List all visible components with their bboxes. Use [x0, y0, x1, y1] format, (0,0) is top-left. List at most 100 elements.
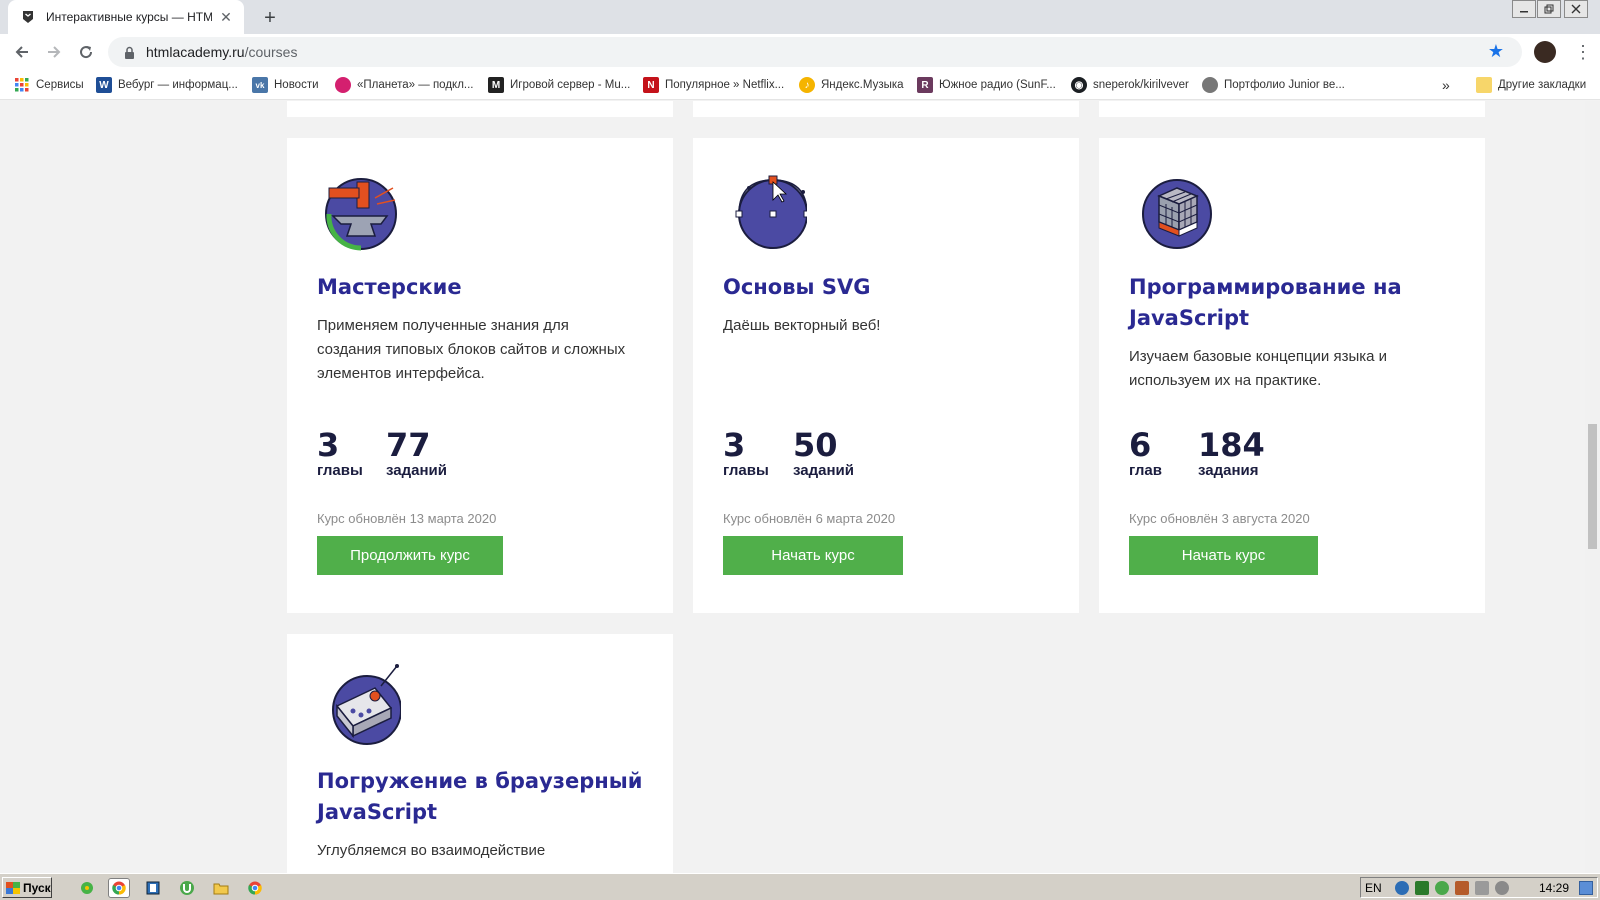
folder-taskbar-icon[interactable] [210, 878, 232, 898]
lock-icon[interactable] [122, 45, 136, 59]
tasks-label: заданий [793, 462, 854, 479]
course-description: Применяем полученные знания для создания… [317, 317, 626, 382]
w-logo-icon: W [96, 77, 112, 93]
chrome-taskbar-icon[interactable] [108, 878, 130, 898]
settings-flower-icon[interactable] [76, 878, 98, 898]
bookmark-item[interactable]: ◉ sneperok/kirilvever [1071, 76, 1189, 94]
profile-avatar[interactable] [1534, 41, 1556, 63]
github-icon: ◉ [1071, 77, 1087, 93]
chapters-stat: 3 главы [723, 428, 769, 480]
yandex-music-icon: ♪ [799, 77, 815, 93]
browser-toolbar: htmlacademy.ru/courses ★ [0, 34, 1600, 70]
chapters-count: 3 [317, 426, 340, 464]
bluetooth-icon[interactable] [1395, 881, 1409, 895]
forward-icon[interactable] [40, 38, 68, 66]
planeta-icon [335, 77, 351, 93]
utorrent-tray-icon[interactable] [1435, 881, 1449, 895]
course-title[interactable]: Программирование на JavaScript [1129, 272, 1459, 334]
start-course-button[interactable]: Начать курс [723, 536, 903, 575]
chapters-stat: 6 глав [1129, 428, 1162, 480]
bookmark-item[interactable]: Портфолио Junior ве... [1202, 76, 1345, 94]
htmlacademy-favicon-icon [20, 9, 36, 25]
tab-strip: Интерактивные курсы — HTML Academy ✕ + [0, 0, 1600, 34]
course-description: Углубляемся во взаимодействие [317, 842, 546, 859]
remote-control-icon [317, 664, 402, 748]
mu-icon: M [488, 77, 504, 93]
scrollbar-thumb[interactable] [1588, 424, 1597, 549]
tab-close-icon[interactable]: ✕ [218, 9, 234, 25]
course-title[interactable]: Погружение в браузерный JavaScript [317, 766, 647, 828]
clock[interactable]: 14:29 [1539, 881, 1569, 895]
security-tray-icon[interactable] [1455, 881, 1469, 895]
netflix-icon: N [643, 77, 659, 93]
chapters-label: главы [723, 462, 769, 479]
course-card: Программирование на JavaScript Изучаем б… [1099, 138, 1485, 613]
vector-circle-icon [723, 170, 811, 254]
course-updated-date: Курс обновлён 6 марта 2020 [723, 511, 896, 526]
course-card: Основы SVG Даёшь векторный веб! 3 главы … [693, 138, 1079, 613]
rubiks-cube-icon [1129, 170, 1213, 254]
tasks-stat: 184 задания [1198, 428, 1265, 480]
course-title[interactable]: Основы SVG [723, 272, 1053, 303]
apps-grid-icon [14, 77, 30, 93]
os-taskbar: Пуск EN 14:29 [0, 873, 1600, 900]
bookmark-item[interactable]: ♪ Яндекс.Музыка [799, 76, 904, 94]
address-bar[interactable]: htmlacademy.ru/courses ★ [108, 37, 1522, 67]
course-card: Погружение в браузерный JavaScript Углуб… [287, 634, 673, 873]
new-tab-button[interactable]: + [258, 6, 282, 30]
radio-icon: R [917, 77, 933, 93]
bookmark-item[interactable]: R Южное радио (SunF... [917, 76, 1056, 94]
back-icon[interactable] [8, 38, 36, 66]
course-description: Изучаем базовые концепции языка и исполь… [1129, 348, 1388, 389]
system-tray: EN 14:29 [1360, 877, 1598, 898]
chapters-label: главы [317, 462, 363, 479]
start-course-button[interactable]: Начать курс [1129, 536, 1318, 575]
bookmark-item[interactable]: «Планета» — подкл... [335, 76, 474, 94]
bookmark-item[interactable]: M Игровой сервер - Mu... [488, 76, 630, 94]
bookmark-item[interactable]: vk Новости [252, 76, 319, 94]
show-desktop-icon[interactable] [1579, 881, 1593, 895]
browser-tab[interactable]: Интерактивные курсы — HTML Academy ✕ [8, 0, 244, 34]
bookmarks-bar: Сервисы W Вебург — информац... vk Новост… [0, 70, 1600, 100]
tasks-stat: 77 заданий [386, 428, 447, 480]
reload-icon[interactable] [72, 38, 100, 66]
bookmark-star-icon[interactable]: ★ [1488, 41, 1504, 62]
tasks-count: 184 [1198, 426, 1265, 464]
continue-course-button[interactable]: Продолжить курс [317, 536, 503, 575]
tab-title: Интерактивные курсы — HTML Academy [46, 10, 212, 24]
course-description: Даёшь векторный веб! [723, 317, 881, 334]
chapters-label: глав [1129, 462, 1162, 479]
start-button[interactable]: Пуск [2, 877, 52, 898]
more-bookmarks-button[interactable]: » [1442, 76, 1450, 94]
bookmark-item[interactable]: Сервисы [14, 76, 84, 94]
tasks-count: 50 [793, 426, 838, 464]
browser-menu-icon[interactable]: ⋮ [1574, 40, 1592, 64]
nvidia-icon[interactable] [1415, 881, 1429, 895]
page-scrollbar[interactable] [1585, 101, 1600, 873]
close-window-button[interactable] [1564, 0, 1588, 18]
bookmark-item[interactable]: N Популярное » Netflix... [643, 76, 784, 94]
vk-icon: vk [252, 77, 268, 93]
minimize-button[interactable] [1512, 0, 1536, 18]
course-title[interactable]: Мастерские [317, 272, 647, 303]
course-card-partial [1099, 101, 1485, 117]
course-card-partial [287, 101, 673, 117]
course-updated-date: Курс обновлён 13 марта 2020 [317, 511, 497, 526]
restore-button[interactable] [1537, 0, 1561, 18]
course-card: Мастерские Применяем полученные знания д… [287, 138, 673, 613]
folder-icon [1476, 77, 1492, 93]
chrome-taskbar-icon-2[interactable] [244, 878, 266, 898]
chapters-stat: 3 главы [317, 428, 363, 480]
windows-flag-icon [6, 881, 20, 894]
bookmark-item[interactable]: W Вебург — информац... [96, 76, 238, 94]
network-icon[interactable] [1475, 881, 1489, 895]
course-card-partial [693, 101, 1079, 117]
utorrent-taskbar-icon[interactable] [176, 878, 198, 898]
editor-taskbar-icon[interactable] [142, 878, 164, 898]
other-bookmarks-folder[interactable]: Другие закладки [1476, 76, 1586, 94]
tasks-stat: 50 заданий [793, 428, 854, 480]
course-updated-date: Курс обновлён 3 августа 2020 [1129, 511, 1310, 526]
page-viewport: Мастерские Применяем полученные знания д… [0, 101, 1585, 873]
language-indicator[interactable]: EN [1365, 881, 1382, 895]
volume-icon[interactable] [1495, 881, 1509, 895]
